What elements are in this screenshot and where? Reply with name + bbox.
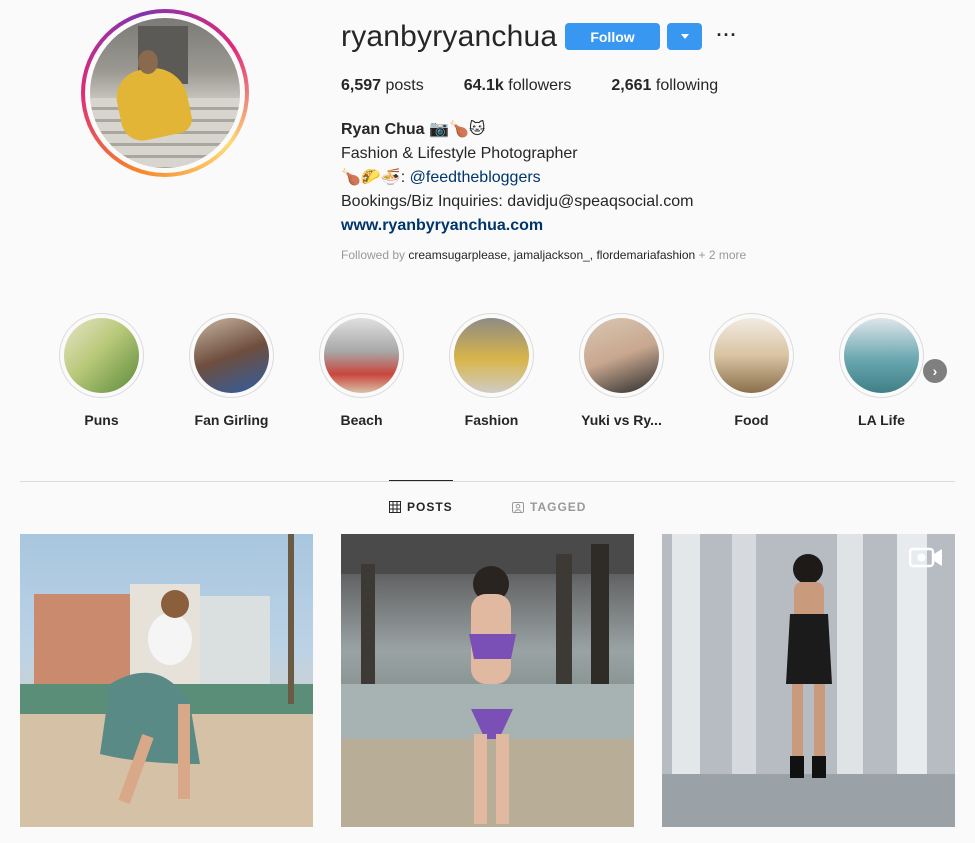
highlight-label: Yuki vs Ry... bbox=[581, 412, 662, 428]
highlight-ring bbox=[189, 313, 274, 398]
highlight-fan-girling[interactable]: Fan Girling bbox=[185, 313, 278, 428]
highlight-ring bbox=[579, 313, 664, 398]
highlight-label: LA Life bbox=[858, 412, 905, 428]
profile-website-link[interactable]: www.ryanbyryanchua.com bbox=[341, 214, 693, 238]
highlight-food[interactable]: Food bbox=[705, 313, 798, 428]
highlight-thumbnail bbox=[324, 318, 399, 393]
post-thumbnail-1[interactable] bbox=[20, 534, 313, 827]
highlight-ring bbox=[709, 313, 794, 398]
post-thumbnail-2[interactable] bbox=[341, 534, 634, 827]
followed-by-prefix: Followed by bbox=[341, 248, 406, 262]
followed-by-more: + 2 more bbox=[698, 248, 747, 262]
suggestions-dropdown-button[interactable] bbox=[667, 23, 702, 50]
highlight-yuki-vs-ry[interactable]: Yuki vs Ry... bbox=[575, 313, 668, 428]
video-camera-icon bbox=[909, 547, 942, 568]
bio-food-emoji: 🍗🌮🍜: bbox=[341, 169, 406, 186]
post-2-image bbox=[341, 534, 634, 827]
highlight-ring bbox=[59, 313, 144, 398]
chevron-down-icon bbox=[680, 34, 689, 39]
tag-person-icon bbox=[512, 502, 524, 513]
profile-username: ryanbyryanchua bbox=[341, 20, 558, 53]
highlight-puns[interactable]: Puns bbox=[55, 313, 148, 428]
avatar-border bbox=[85, 13, 245, 173]
active-tab-indicator bbox=[389, 480, 453, 481]
highlight-thumbnail bbox=[454, 318, 529, 393]
highlight-thumbnail bbox=[844, 318, 919, 393]
followers-count: 64.1k bbox=[463, 77, 504, 94]
highlight-label: Fashion bbox=[464, 412, 519, 428]
highlight-thumbnail bbox=[584, 318, 659, 393]
highlight-thumbnail bbox=[714, 318, 789, 393]
post-3-image bbox=[662, 534, 955, 827]
profile-full-name: Ryan Chua bbox=[341, 121, 425, 138]
highlights-next-button[interactable]: › bbox=[923, 359, 947, 383]
bio-line-title: Fashion & Lifestyle Photographer bbox=[341, 145, 578, 162]
profile-avatar[interactable] bbox=[81, 9, 249, 177]
tab-tagged[interactable]: TAGGED bbox=[512, 500, 586, 514]
bio-mention-link[interactable]: @feedthebloggers bbox=[410, 169, 541, 186]
posts-label: posts bbox=[385, 77, 424, 94]
highlight-label: Beach bbox=[340, 412, 383, 428]
followed-by-names: creamsugarplease, jamaljackson_, flordem… bbox=[408, 248, 696, 262]
story-highlights: Puns Fan Girling Beach Fashion Yuki vs R… bbox=[55, 313, 955, 433]
highlight-beach[interactable]: Beach bbox=[315, 313, 408, 428]
name-emoji: 📷🍗🐱 bbox=[429, 121, 486, 138]
post-1-image bbox=[20, 534, 313, 827]
tab-tagged-label: TAGGED bbox=[530, 500, 587, 514]
avatar-subject-head bbox=[138, 50, 158, 74]
tab-posts[interactable]: POSTS bbox=[389, 500, 453, 514]
avatar-photo bbox=[90, 18, 240, 168]
tab-posts-label: POSTS bbox=[407, 500, 453, 514]
chevron-right-icon: › bbox=[932, 363, 938, 379]
highlight-label: Fan Girling bbox=[194, 412, 269, 428]
highlight-ring bbox=[449, 313, 534, 398]
highlight-fashion[interactable]: Fashion bbox=[445, 313, 538, 428]
follow-button[interactable]: Follow bbox=[565, 23, 660, 50]
post-thumbnail-3[interactable] bbox=[662, 534, 955, 827]
following-count: 2,661 bbox=[611, 77, 652, 94]
tabs-divider bbox=[20, 481, 955, 482]
highlight-label: Puns bbox=[84, 412, 119, 428]
grid-icon bbox=[389, 501, 401, 513]
followed-by[interactable]: Followed by creamsugarplease, jamaljacks… bbox=[341, 248, 746, 262]
bio-line-bookings: Bookings/Biz Inquiries: davidju@speaqsoc… bbox=[341, 193, 694, 210]
followers-label: followers bbox=[508, 77, 572, 94]
highlight-thumbnail bbox=[194, 318, 269, 393]
highlight-ring bbox=[839, 313, 924, 398]
highlight-ring bbox=[319, 313, 404, 398]
highlight-thumbnail bbox=[64, 318, 139, 393]
profile-bio: Ryan Chua 📷🍗🐱 Fashion & Lifestyle Photog… bbox=[341, 118, 693, 238]
more-options-button[interactable]: ··· bbox=[713, 21, 741, 49]
highlight-label: Food bbox=[734, 412, 769, 428]
posts-stat: 6,597 posts bbox=[341, 77, 424, 95]
posts-count: 6,597 bbox=[341, 77, 382, 94]
followers-stat[interactable]: 64.1k followers bbox=[464, 77, 572, 95]
following-stat[interactable]: 2,661 following bbox=[611, 77, 718, 95]
following-label: following bbox=[655, 77, 719, 94]
highlight-la-life[interactable]: LA Life bbox=[835, 313, 928, 428]
profile-stats: 6,597 posts 64.1k followers 2,661 follow… bbox=[341, 77, 758, 95]
